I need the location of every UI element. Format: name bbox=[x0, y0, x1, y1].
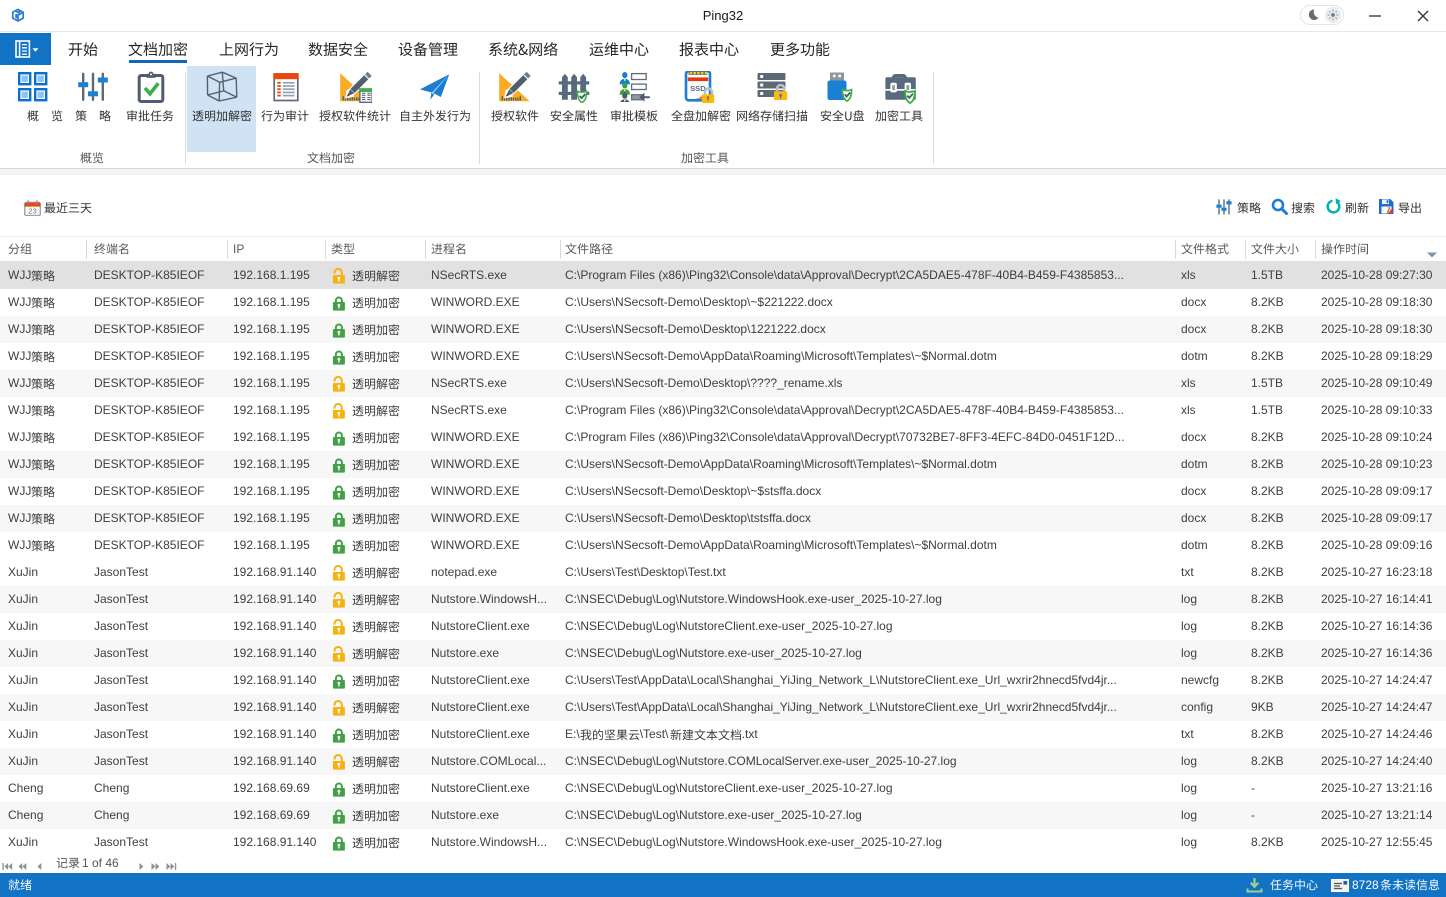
svg-text:23: 23 bbox=[28, 206, 36, 215]
